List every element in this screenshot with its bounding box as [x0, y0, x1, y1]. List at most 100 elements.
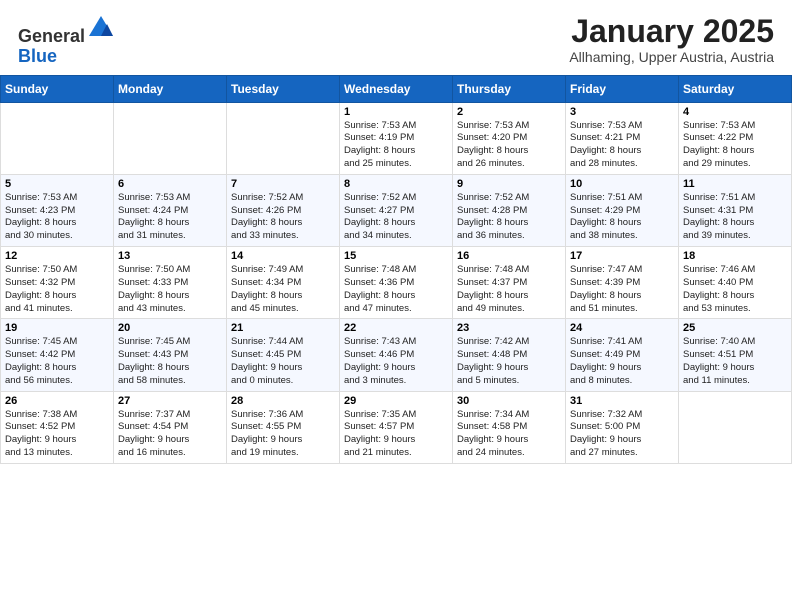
calendar-cell: 21 Sunrise: 7:44 AM Sunset: 4:45 PM Dayli… — [227, 319, 340, 391]
calendar-cell — [679, 391, 792, 463]
day-info: Sunrise: 7:42 AM Sunset: 4:48 PM Dayligh… — [457, 336, 561, 387]
week-row-3: 12Sunrise: 7:50 AM Sunset: 4:32 PM Dayli… — [1, 247, 792, 319]
month-title: January 2025 — [569, 14, 774, 49]
week-row-4: 19 Sunrise: 7:45 AM Sunset: 4:42 PM Dayli… — [1, 319, 792, 391]
day-number: 11 — [683, 178, 787, 190]
week-row-2: 5 Sunrise: 7:53 AM Sunset: 4:23 PM Daylig… — [1, 174, 792, 246]
week-row-5: 26 Sunrise: 7:38 AM Sunset: 4:52 PM Dayli… — [1, 391, 792, 463]
day-info: Sunrise: 7:48 AM Sunset: 4:37 PM Dayligh… — [457, 264, 561, 315]
day-info: Sunrise: 7:52 AM Sunset: 4:26 PM Dayligh… — [231, 192, 335, 243]
day-number: 24 — [570, 322, 674, 334]
day-number: 28 — [231, 395, 335, 407]
day-info: Sunrise: 7:53 AM Sunset: 4:20 PM Dayligh… — [457, 120, 561, 171]
day-number: 19 — [5, 322, 109, 334]
day-info: Sunrise: 7:53 AM Sunset: 4:21 PM Dayligh… — [570, 120, 674, 171]
day-number: 7 — [231, 178, 335, 190]
day-number: 21 — [231, 322, 335, 334]
day-number: 30 — [457, 395, 561, 407]
calendar-cell: 16 Sunrise: 7:48 AM Sunset: 4:37 PM Dayli… — [453, 247, 566, 319]
calendar-cell: 6Sunrise: 7:53 AM Sunset: 4:24 PM Daylig… — [114, 174, 227, 246]
day-number: 4 — [683, 106, 787, 118]
weekday-header-friday: Friday — [566, 75, 679, 102]
day-number: 29 — [344, 395, 448, 407]
day-info: Sunrise: 7:45 AM Sunset: 4:42 PM Dayligh… — [5, 336, 109, 387]
calendar-table: SundayMondayTuesdayWednesdayThursdayFrid… — [0, 75, 792, 464]
day-number: 10 — [570, 178, 674, 190]
calendar-cell: 7 Sunrise: 7:52 AM Sunset: 4:26 PM Daylig… — [227, 174, 340, 246]
calendar-cell: 25 Sunrise: 7:40 AM Sunset: 4:51 PM Dayli… — [679, 319, 792, 391]
day-info: Sunrise: 7:38 AM Sunset: 4:52 PM Dayligh… — [5, 409, 109, 460]
day-number: 20 — [118, 322, 222, 334]
day-number: 25 — [683, 322, 787, 334]
calendar-cell: 28 Sunrise: 7:36 AM Sunset: 4:55 PM Dayli… — [227, 391, 340, 463]
day-info: Sunrise: 7:53 AM Sunset: 4:19 PM Dayligh… — [344, 120, 448, 171]
calendar-cell: 2 Sunrise: 7:53 AM Sunset: 4:20 PM Daylig… — [453, 102, 566, 174]
day-number: 8 — [344, 178, 448, 190]
week-row-1: 1Sunrise: 7:53 AM Sunset: 4:19 PM Daylig… — [1, 102, 792, 174]
calendar-cell: 27 Sunrise: 7:37 AM Sunset: 4:54 PM Dayli… — [114, 391, 227, 463]
calendar-cell: 20 Sunrise: 7:45 AM Sunset: 4:43 PM Dayli… — [114, 319, 227, 391]
day-info: Sunrise: 7:49 AM Sunset: 4:34 PM Dayligh… — [231, 264, 335, 315]
day-info: Sunrise: 7:32 AM Sunset: 5:00 PM Dayligh… — [570, 409, 674, 460]
logo-blue-text: Blue — [18, 46, 57, 66]
day-number: 16 — [457, 250, 561, 262]
weekday-header-saturday: Saturday — [679, 75, 792, 102]
calendar-cell: 26 Sunrise: 7:38 AM Sunset: 4:52 PM Dayli… — [1, 391, 114, 463]
calendar-cell: 12Sunrise: 7:50 AM Sunset: 4:32 PM Dayli… — [1, 247, 114, 319]
day-number: 31 — [570, 395, 674, 407]
location-subtitle: Allhaming, Upper Austria, Austria — [569, 49, 774, 65]
day-info: Sunrise: 7:48 AM Sunset: 4:36 PM Dayligh… — [344, 264, 448, 315]
day-number: 22 — [344, 322, 448, 334]
day-info: Sunrise: 7:52 AM Sunset: 4:27 PM Dayligh… — [344, 192, 448, 243]
calendar-cell: 8 Sunrise: 7:52 AM Sunset: 4:27 PM Daylig… — [340, 174, 453, 246]
day-info: Sunrise: 7:43 AM Sunset: 4:46 PM Dayligh… — [344, 336, 448, 387]
day-number: 3 — [570, 106, 674, 118]
day-info: Sunrise: 7:53 AM Sunset: 4:23 PM Dayligh… — [5, 192, 109, 243]
day-info: Sunrise: 7:45 AM Sunset: 4:43 PM Dayligh… — [118, 336, 222, 387]
logo: General Blue — [18, 14, 115, 67]
page-header: General Blue January 2025 Allhaming, Upp… — [0, 0, 792, 75]
calendar-cell: 14Sunrise: 7:49 AM Sunset: 4:34 PM Dayli… — [227, 247, 340, 319]
day-info: Sunrise: 7:40 AM Sunset: 4:51 PM Dayligh… — [683, 336, 787, 387]
day-info: Sunrise: 7:52 AM Sunset: 4:28 PM Dayligh… — [457, 192, 561, 243]
day-info: Sunrise: 7:44 AM Sunset: 4:45 PM Dayligh… — [231, 336, 335, 387]
day-number: 18 — [683, 250, 787, 262]
calendar-cell — [227, 102, 340, 174]
day-info: Sunrise: 7:50 AM Sunset: 4:33 PM Dayligh… — [118, 264, 222, 315]
day-number: 13 — [118, 250, 222, 262]
title-block: January 2025 Allhaming, Upper Austria, A… — [569, 14, 774, 65]
day-info: Sunrise: 7:36 AM Sunset: 4:55 PM Dayligh… — [231, 409, 335, 460]
day-info: Sunrise: 7:51 AM Sunset: 4:31 PM Dayligh… — [683, 192, 787, 243]
day-info: Sunrise: 7:34 AM Sunset: 4:58 PM Dayligh… — [457, 409, 561, 460]
weekday-header-tuesday: Tuesday — [227, 75, 340, 102]
calendar-cell: 23 Sunrise: 7:42 AM Sunset: 4:48 PM Dayli… — [453, 319, 566, 391]
day-info: Sunrise: 7:46 AM Sunset: 4:40 PM Dayligh… — [683, 264, 787, 315]
calendar-cell: 13 Sunrise: 7:50 AM Sunset: 4:33 PM Dayli… — [114, 247, 227, 319]
day-number: 26 — [5, 395, 109, 407]
day-number: 2 — [457, 106, 561, 118]
day-number: 27 — [118, 395, 222, 407]
weekday-header-thursday: Thursday — [453, 75, 566, 102]
day-number: 5 — [5, 178, 109, 190]
calendar-cell — [114, 102, 227, 174]
calendar-cell: 31 Sunrise: 7:32 AM Sunset: 5:00 PM Dayli… — [566, 391, 679, 463]
day-info: Sunrise: 7:37 AM Sunset: 4:54 PM Dayligh… — [118, 409, 222, 460]
day-info: Sunrise: 7:51 AM Sunset: 4:29 PM Dayligh… — [570, 192, 674, 243]
weekday-header-wednesday: Wednesday — [340, 75, 453, 102]
calendar-cell: 4Sunrise: 7:53 AM Sunset: 4:22 PM Daylig… — [679, 102, 792, 174]
day-info: Sunrise: 7:50 AM Sunset: 4:32 PM Dayligh… — [5, 264, 109, 315]
calendar-cell: 11 Sunrise: 7:51 AM Sunset: 4:31 PM Dayli… — [679, 174, 792, 246]
calendar-cell — [1, 102, 114, 174]
day-number: 17 — [570, 250, 674, 262]
day-info: Sunrise: 7:35 AM Sunset: 4:57 PM Dayligh… — [344, 409, 448, 460]
day-number: 23 — [457, 322, 561, 334]
day-info: Sunrise: 7:41 AM Sunset: 4:49 PM Dayligh… — [570, 336, 674, 387]
calendar-cell: 10 Sunrise: 7:51 AM Sunset: 4:29 PM Dayli… — [566, 174, 679, 246]
weekday-header-monday: Monday — [114, 75, 227, 102]
calendar-cell: 15 Sunrise: 7:48 AM Sunset: 4:36 PM Dayli… — [340, 247, 453, 319]
day-number: 15 — [344, 250, 448, 262]
logo-icon — [87, 14, 115, 42]
day-number: 9 — [457, 178, 561, 190]
calendar-cell: 30 Sunrise: 7:34 AM Sunset: 4:58 PM Dayli… — [453, 391, 566, 463]
logo-general-text: General — [18, 26, 85, 46]
